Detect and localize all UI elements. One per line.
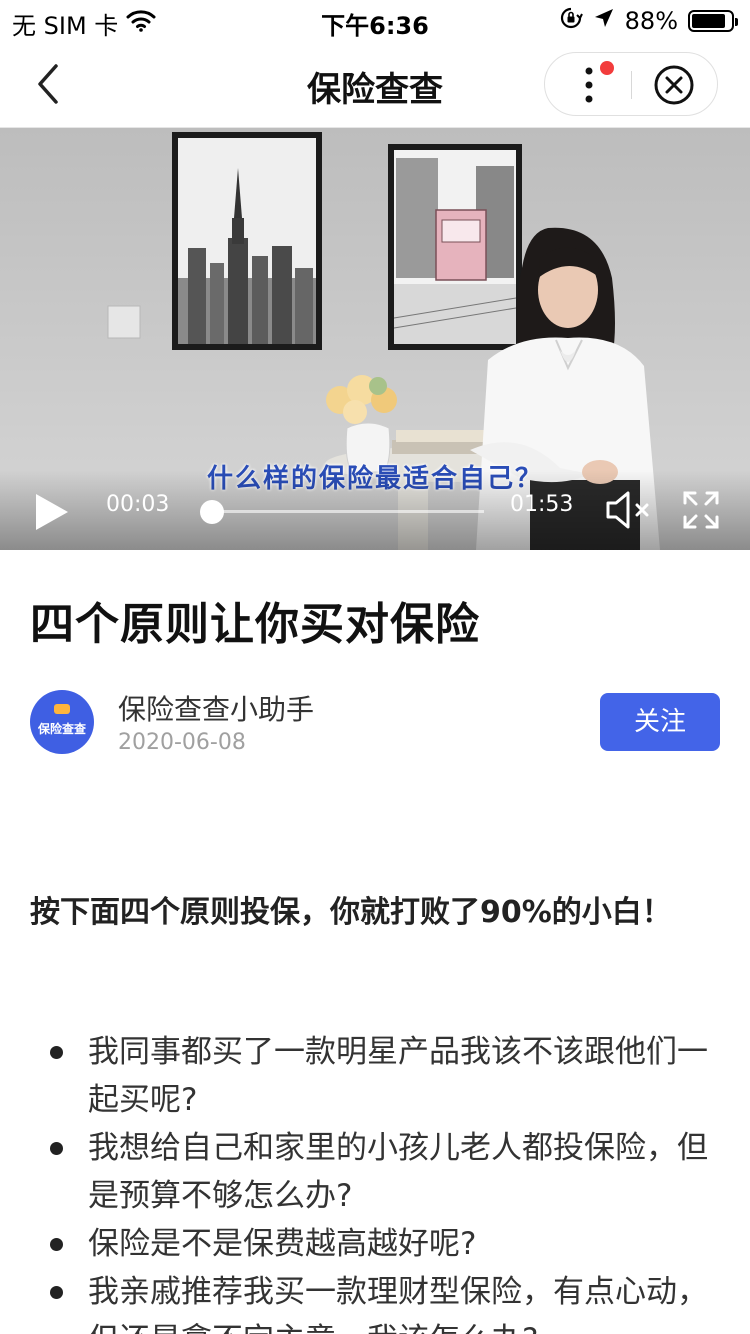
avatar-text: 保险查查 [37,722,86,736]
nav-bar: 保险查查 [0,40,750,128]
publish-date: 2020-06-08 [118,730,246,755]
play-icon [36,494,68,530]
bullet-dot [50,1142,63,1155]
status-bar: 无 SIM 卡 下午6:36 88% [0,0,750,40]
list-item-text: 我亲戚推荐我买一款理财型保险，有点心动，但还是拿不定主意，我该怎么办? [88,1274,708,1334]
close-button[interactable] [632,53,718,117]
current-time: 00:03 [106,492,170,517]
list-item: 我同事都买了一款明星产品我该不该跟他们一起买呢? [30,1028,710,1124]
question-list: 我同事都买了一款明星产品我该不该跟他们一起买呢? 我想给自己和家里的小孩儿老人都… [30,1028,710,1334]
fullscreen-icon [683,491,719,529]
list-item: 我亲戚推荐我买一款理财型保险，有点心动，但还是拿不定主意，我该怎么办? [30,1268,710,1334]
notification-dot [600,61,614,75]
battery-percent: 88% [624,7,678,35]
progress-handle[interactable] [199,500,224,524]
mute-button[interactable] [604,488,656,532]
progress-bar[interactable] [199,500,484,524]
bullet-dot [50,1286,63,1299]
play-button[interactable] [30,490,74,534]
author-avatar[interactable]: 保险查查 [30,690,94,754]
bullet-dot [50,1046,63,1059]
fullscreen-button[interactable] [682,490,720,530]
close-circle-icon [654,65,694,105]
author-name[interactable]: 保险查查小助手 [118,688,314,728]
list-item: 我想给自己和家里的小孩儿老人都投保险，但是预算不够怎么办? [30,1124,710,1220]
article-title: 四个原则让你买对保险 [30,599,480,650]
location-arrow-icon [593,7,615,35]
battery-fill [692,14,726,28]
muted-speaker-icon [606,491,649,529]
video-controls: 00:03 01:53 [0,470,750,550]
more-button[interactable] [545,53,631,117]
avatar-badge [54,704,70,714]
more-dots-icon [585,67,593,103]
bullet-dot [50,1238,63,1251]
article-lead: 按下面四个原则投保，你就打败了90%的小白！ [30,895,672,930]
status-right: 88% [559,6,738,36]
list-item: 保险是不是保费越高越好呢? [30,1220,710,1268]
orientation-lock-icon [559,6,583,36]
video-player[interactable]: 什么样的保险最适合自己？ 00:03 01:53 [0,128,750,550]
list-item-text: 我同事都买了一款明星产品我该不该跟他们一起买呢? [88,1034,708,1118]
battery-icon [688,10,738,32]
total-time: 01:53 [510,492,574,517]
list-item-text: 我想给自己和家里的小孩儿老人都投保险，但是预算不够怎么办? [88,1130,708,1214]
list-item-text: 保险是不是保费越高越好呢? [88,1226,477,1262]
follow-button[interactable]: 关注 [600,693,720,751]
miniprogram-capsule [544,52,718,116]
